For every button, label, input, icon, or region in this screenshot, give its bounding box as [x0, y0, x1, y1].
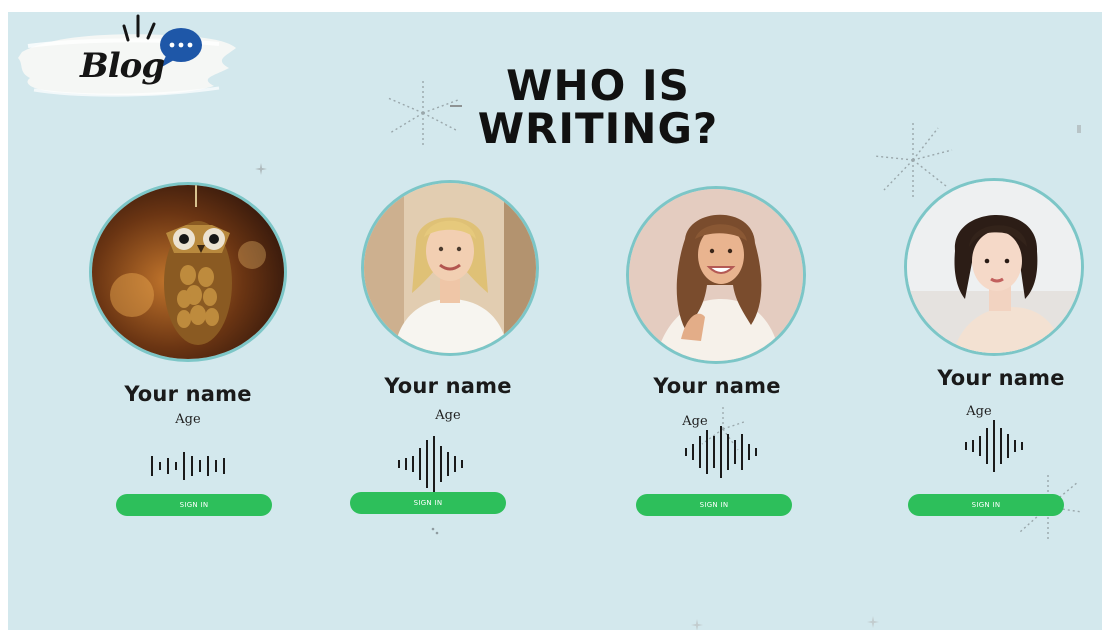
sparkle-decoration	[1077, 125, 1081, 133]
profile-photo[interactable]	[89, 182, 287, 362]
profile-name: Your name	[124, 382, 252, 406]
profile-age: Age	[175, 412, 201, 427]
sign-in-button[interactable]: SIGN IN	[908, 494, 1064, 516]
sign-in-button[interactable]: SIGN IN	[350, 492, 506, 514]
curly-hair-woman-image	[629, 189, 803, 361]
page-title: WHO IS WRITING?	[408, 64, 788, 150]
sparkle-decoration	[431, 527, 439, 535]
logo-text: Blog	[80, 46, 165, 86]
blog-logo[interactable]: Blog	[14, 12, 244, 112]
profile-card-3: Your name Age SIGN IN	[612, 186, 822, 526]
profile-card-2: Your name Age SIGN IN	[343, 180, 553, 520]
blonde-woman-image	[364, 183, 536, 353]
profile-selection-screen: Blog WHO IS WRITING? Your name Age SIGN …	[8, 12, 1102, 630]
sparkle-decoration	[255, 163, 267, 175]
soundwave-icon	[685, 426, 757, 478]
profile-name: Your name	[384, 374, 512, 398]
sign-in-button[interactable]: SIGN IN	[636, 494, 792, 516]
profile-name: Your name	[937, 366, 1065, 390]
soundwave-icon	[398, 436, 463, 492]
owl-ornament-image	[92, 185, 284, 359]
soundwave-icon	[965, 420, 1023, 472]
profile-card-4: Your name Age SIGN IN	[890, 178, 1100, 518]
title-line-1: WHO IS	[506, 61, 690, 110]
short-hair-woman-image	[907, 181, 1081, 353]
profile-photo[interactable]	[904, 178, 1084, 356]
sparkle-decoration	[691, 619, 703, 630]
sparkle-decoration	[867, 616, 879, 628]
title-line-2: WRITING?	[477, 104, 719, 153]
profile-photo[interactable]	[361, 180, 539, 356]
sign-in-button[interactable]: SIGN IN	[116, 494, 272, 516]
soundwave-icon	[151, 452, 225, 480]
profile-card-1: Your name Age SIGN IN	[83, 182, 293, 522]
profile-name: Your name	[653, 374, 781, 398]
profile-age: Age	[435, 408, 461, 423]
profile-photo[interactable]	[626, 186, 806, 364]
